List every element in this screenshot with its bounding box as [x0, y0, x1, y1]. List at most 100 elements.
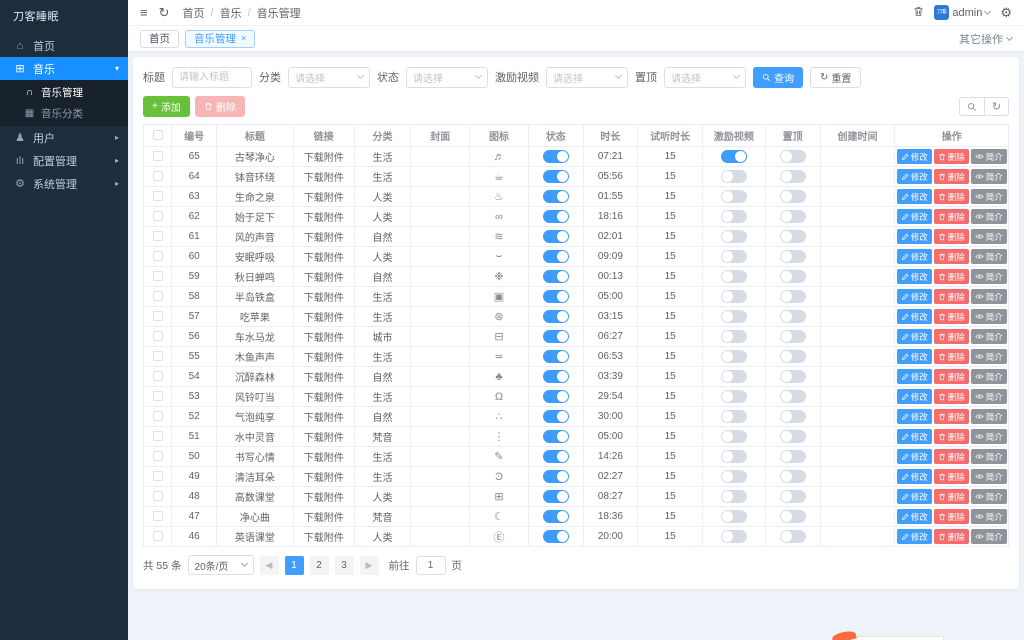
reward-video-toggle[interactable] — [720, 390, 747, 403]
reward-video-toggle[interactable] — [720, 490, 747, 503]
row-checkbox[interactable] — [152, 411, 163, 422]
edit-row-button[interactable]: 修改 — [896, 189, 932, 204]
top-toggle[interactable] — [779, 150, 806, 163]
download-attachment-link[interactable]: 下载附件 — [304, 173, 344, 184]
reward-video-toggle[interactable] — [720, 510, 747, 523]
delete-row-button[interactable]: 删除 — [933, 269, 969, 284]
row-checkbox[interactable] — [152, 491, 163, 502]
top-toggle[interactable] — [779, 210, 806, 223]
intro-row-button[interactable]: 简介 — [970, 469, 1007, 484]
sidebar-item-music[interactable]: ⊞ 音乐 ▾ — [0, 57, 128, 80]
download-attachment-link[interactable]: 下载附件 — [304, 373, 344, 384]
top-toggle[interactable] — [779, 450, 806, 463]
intro-row-button[interactable]: 简介 — [970, 189, 1007, 204]
other-actions-dropdown[interactable]: 其它操作 — [959, 31, 1014, 47]
delete-row-button[interactable]: 删除 — [933, 369, 969, 384]
status-filter-select[interactable]: 请选择 — [406, 66, 488, 88]
reward-video-toggle[interactable] — [720, 450, 747, 463]
page-button-1[interactable]: 1 — [284, 555, 304, 575]
edit-row-button[interactable]: 修改 — [896, 209, 932, 224]
edit-row-button[interactable]: 修改 — [896, 389, 932, 404]
top-toggle[interactable] — [779, 350, 806, 363]
top-toggle[interactable] — [779, 170, 806, 183]
row-checkbox[interactable] — [152, 231, 163, 242]
settings-gear-icon[interactable]: ⚙ — [1000, 6, 1012, 19]
breadcrumb-item[interactable]: 音乐 — [220, 5, 242, 21]
download-attachment-link[interactable]: 下载附件 — [304, 433, 344, 444]
download-attachment-link[interactable]: 下载附件 — [304, 293, 344, 304]
intro-row-button[interactable]: 简介 — [970, 269, 1007, 284]
download-attachment-link[interactable]: 下载附件 — [304, 493, 344, 504]
reward-video-toggle[interactable] — [720, 310, 747, 323]
reward-filter-select[interactable]: 请选择 — [546, 66, 628, 88]
title-filter-input[interactable] — [172, 66, 252, 88]
download-attachment-link[interactable]: 下载附件 — [304, 473, 344, 484]
trash-icon[interactable] — [913, 6, 924, 19]
top-toggle[interactable] — [779, 330, 806, 343]
status-toggle[interactable] — [542, 250, 569, 263]
top-toggle[interactable] — [779, 410, 806, 423]
status-toggle[interactable] — [542, 270, 569, 283]
delete-row-button[interactable]: 删除 — [933, 169, 969, 184]
intro-row-button[interactable]: 简介 — [970, 389, 1007, 404]
edit-row-button[interactable]: 修改 — [896, 509, 932, 524]
reset-button[interactable]: ↻ 重置 — [810, 66, 862, 88]
row-checkbox[interactable] — [152, 151, 163, 162]
status-toggle[interactable] — [542, 170, 569, 183]
reward-video-toggle[interactable] — [720, 210, 747, 223]
download-attachment-link[interactable]: 下载附件 — [304, 513, 344, 524]
download-attachment-link[interactable]: 下载附件 — [304, 253, 344, 264]
row-checkbox[interactable] — [152, 311, 163, 322]
status-toggle[interactable] — [542, 210, 569, 223]
table-search-toggle-button[interactable] — [959, 97, 984, 116]
delete-row-button[interactable]: 删除 — [933, 309, 969, 324]
delete-row-button[interactable]: 删除 — [933, 149, 969, 164]
edit-row-button[interactable]: 修改 — [896, 489, 932, 504]
status-toggle[interactable] — [542, 530, 569, 543]
intro-row-button[interactable]: 简介 — [970, 209, 1007, 224]
intro-row-button[interactable]: 简介 — [970, 529, 1007, 544]
status-toggle[interactable] — [542, 450, 569, 463]
reward-video-toggle[interactable] — [720, 370, 747, 383]
status-toggle[interactable] — [542, 190, 569, 203]
delete-row-button[interactable]: 删除 — [933, 449, 969, 464]
delete-row-button[interactable]: 删除 — [933, 249, 969, 264]
intro-row-button[interactable]: 简介 — [970, 429, 1007, 444]
reward-video-toggle[interactable] — [720, 470, 747, 483]
status-toggle[interactable] — [542, 370, 569, 383]
edit-row-button[interactable]: 修改 — [896, 429, 932, 444]
download-attachment-link[interactable]: 下载附件 — [304, 213, 344, 224]
top-toggle[interactable] — [779, 270, 806, 283]
download-attachment-link[interactable]: 下载附件 — [304, 333, 344, 344]
row-checkbox[interactable] — [152, 451, 163, 462]
row-checkbox[interactable] — [152, 171, 163, 182]
page-size-select[interactable]: 20条/页 — [187, 555, 254, 575]
row-checkbox[interactable] — [152, 331, 163, 342]
download-attachment-link[interactable]: 下载附件 — [304, 453, 344, 464]
status-toggle[interactable] — [542, 150, 569, 163]
reward-video-toggle[interactable] — [720, 190, 747, 203]
reward-video-toggle[interactable] — [720, 330, 747, 343]
reward-video-toggle[interactable] — [720, 290, 747, 303]
delete-row-button[interactable]: 删除 — [933, 429, 969, 444]
status-toggle[interactable] — [542, 510, 569, 523]
edit-row-button[interactable]: 修改 — [896, 289, 932, 304]
row-checkbox[interactable] — [152, 351, 163, 362]
edit-row-button[interactable]: 修改 — [896, 229, 932, 244]
delete-row-button[interactable]: 删除 — [933, 189, 969, 204]
download-attachment-link[interactable]: 下载附件 — [304, 353, 344, 364]
intro-row-button[interactable]: 简介 — [970, 249, 1007, 264]
edit-row-button[interactable]: 修改 — [896, 369, 932, 384]
download-attachment-link[interactable]: 下载附件 — [304, 413, 344, 424]
status-toggle[interactable] — [542, 310, 569, 323]
intro-row-button[interactable]: 简介 — [970, 229, 1007, 244]
page-button-3[interactable]: 3 — [334, 555, 354, 575]
edit-row-button[interactable]: 修改 — [896, 309, 932, 324]
tab-home[interactable]: 首页 — [140, 29, 179, 48]
row-checkbox[interactable] — [152, 511, 163, 522]
delete-button[interactable]: 删除 — [194, 96, 245, 117]
search-button[interactable]: 查询 — [753, 66, 803, 88]
refresh-icon[interactable]: ↻ — [159, 6, 170, 19]
intro-row-button[interactable]: 简介 — [970, 329, 1007, 344]
delete-row-button[interactable]: 删除 — [933, 209, 969, 224]
